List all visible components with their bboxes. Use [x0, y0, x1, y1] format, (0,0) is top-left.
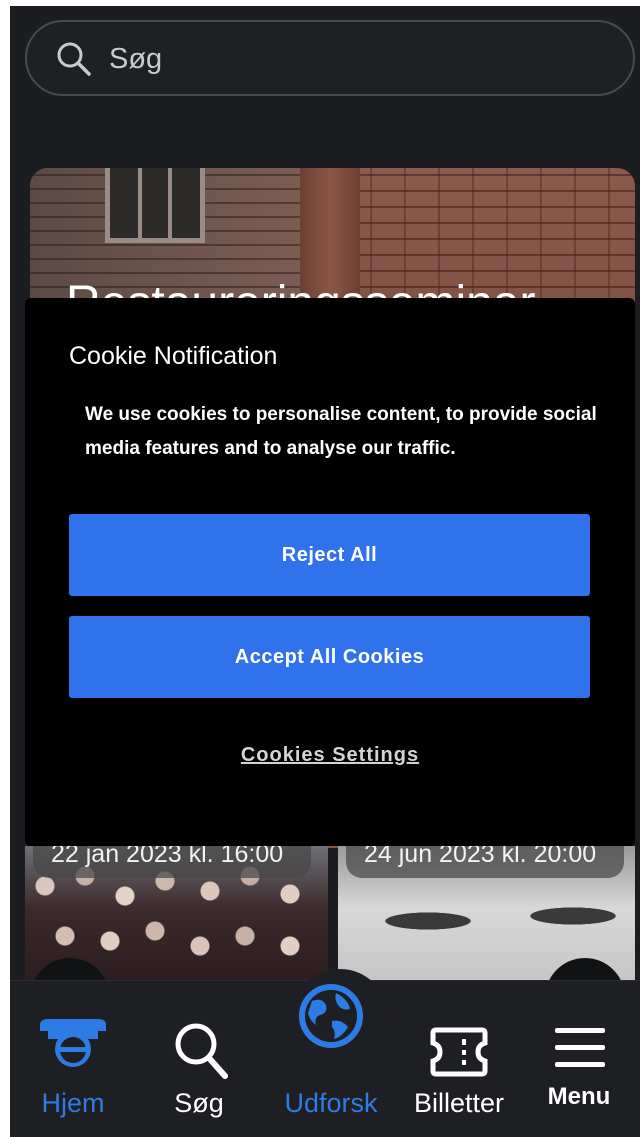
cookies-settings-link[interactable]: Cookies Settings [25, 744, 635, 767]
ticket-icon [430, 1027, 488, 1077]
nav-item-search[interactable]: Søg [136, 981, 262, 1137]
nav-item-explore[interactable]: Udforsk [262, 981, 400, 1137]
search-bar[interactable] [25, 20, 635, 96]
bottom-navigation: Hjem Søg Udforsk Billetter Menu [10, 969, 640, 1137]
search-input[interactable] [109, 36, 589, 82]
globe-icon [299, 984, 363, 1048]
nav-label-tickets: Billetter [413, 1088, 505, 1118]
event-date: 22 jan 2023 kl. 16:00 [33, 846, 311, 878]
search-icon [57, 42, 91, 76]
app-screen: Restaureringsseminar 22 jan 2023 kl. 16:… [0, 0, 640, 1137]
nav-item-home[interactable]: Hjem [10, 981, 136, 1137]
home-icon [40, 1019, 106, 1067]
nav-label-explore: Udforsk [284, 1088, 378, 1118]
left-edge [0, 0, 10, 1137]
nav-item-tickets[interactable]: Billetter [400, 981, 518, 1137]
reject-all-button[interactable]: Reject All [69, 514, 590, 596]
cookie-notification-dialog: Cookie Notification We use cookies to pe… [25, 298, 635, 846]
event-date: 24 jun 2023 kl. 20:00 [346, 846, 624, 878]
nav-label-search: Søg [174, 1088, 224, 1118]
cookie-dialog-title: Cookie Notification [69, 342, 278, 370]
nav-label-menu: Menu [547, 1083, 611, 1110]
accept-all-cookies-button[interactable]: Accept All Cookies [69, 616, 590, 698]
search-icon [175, 1023, 228, 1079]
nav-item-menu[interactable]: Menu [518, 981, 640, 1137]
nav-label-home: Hjem [41, 1088, 105, 1118]
hamburger-menu-icon [555, 1028, 605, 1067]
top-edge [0, 0, 640, 6]
cookie-dialog-text: We use cookies to personalise content, t… [85, 404, 597, 459]
hero-image-window [105, 168, 205, 243]
